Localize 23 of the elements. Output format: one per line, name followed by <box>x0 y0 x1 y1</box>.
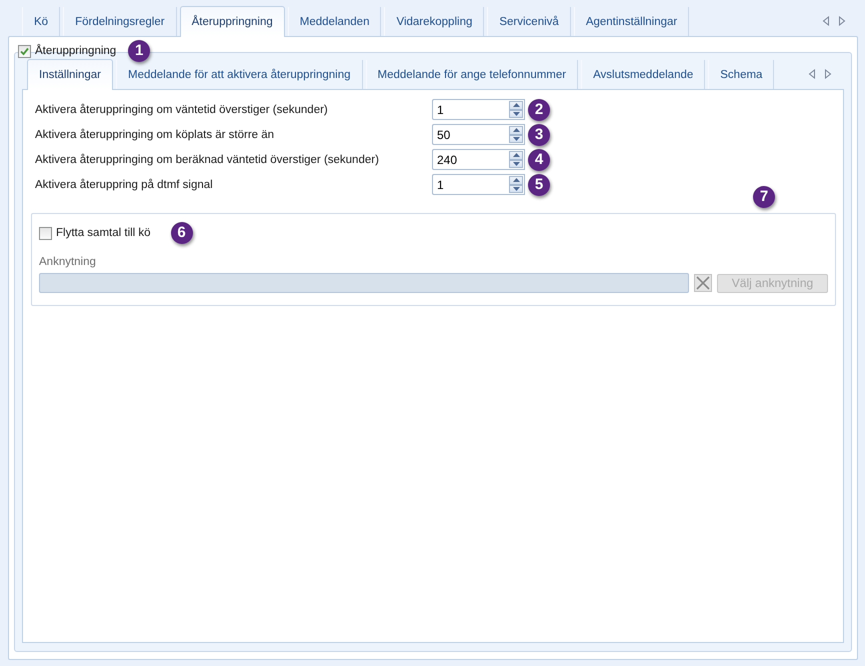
callout-number: 1 <box>128 40 150 62</box>
scroll-left-icon[interactable] <box>822 16 830 26</box>
setting-label: Aktivera återuppringing om köplats är större än <box>35 128 276 140</box>
tab[interactable]: Inställningar <box>27 59 114 90</box>
callout-number: 6 <box>170 222 193 244</box>
scroll-left-icon[interactable] <box>808 69 816 79</box>
callout-number: 4 <box>528 148 550 170</box>
checkbox[interactable] <box>39 226 52 240</box>
checkbox[interactable] <box>18 44 31 58</box>
setting-label: Aktivera återuppringing om väntetid överstiger (sekunder) <box>35 104 329 116</box>
scroll-right-icon[interactable] <box>838 16 846 26</box>
setting-label: Aktivera återuppringing om beräknad väntetid överstiger (sekunder) <box>35 154 380 166</box>
callout-number: 7 <box>753 186 775 208</box>
setting-label: Aktivera återuppring på dtmf signal <box>35 178 214 190</box>
scroll-right-icon[interactable] <box>824 69 832 79</box>
checkbox-label: Flytta samtal till kö <box>56 227 151 239</box>
callout-number: 3 <box>528 124 550 146</box>
clear-icon[interactable] <box>694 274 712 292</box>
checkbox-label: Återuppringning <box>35 45 116 57</box>
tab[interactable]: Återuppringning <box>180 6 285 37</box>
field-label: Anknytning <box>39 256 97 268</box>
callout-number: 2 <box>528 98 550 120</box>
callout-number: 5 <box>528 174 550 196</box>
